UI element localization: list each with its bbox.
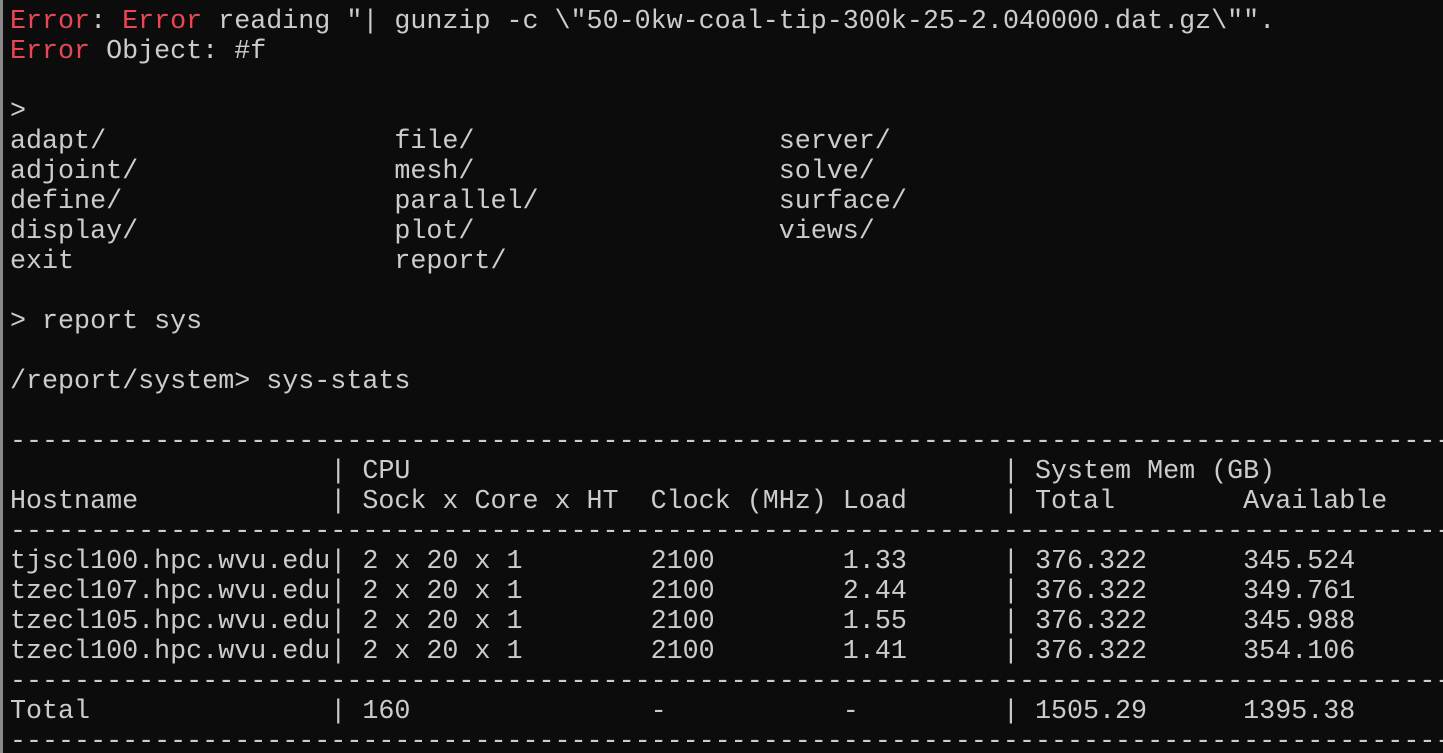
- menu-row: adapt/file/server/: [10, 127, 1443, 157]
- menu-item: server/: [778, 127, 891, 157]
- error-label-2: Error: [122, 7, 203, 37]
- terminal-window[interactable]: Error: Error reading "| gunzip -c \"50-0…: [0, 0, 1443, 753]
- menu-row: exit report/: [10, 247, 1443, 277]
- table-row: tjscl100.hpc.wvu.edu| 2 x 20 x 1 2100 1.…: [10, 547, 1356, 577]
- menu-item: adapt/: [10, 127, 107, 157]
- table-separator: ----------------------------------------…: [10, 667, 1443, 697]
- table-row: tzecl107.hpc.wvu.edu| 2 x 20 x 1 2100 2.…: [10, 577, 1356, 607]
- menu-item: mesh/: [394, 157, 475, 187]
- menu-item: file/: [394, 127, 475, 157]
- menu-item: define/: [10, 187, 123, 217]
- menu-item: surface/: [778, 187, 907, 217]
- error-object-line: Error Object: #f: [10, 37, 1443, 67]
- table-total-row: Total | 160 - - | 1505.29 1395.38: [10, 697, 1356, 727]
- menu-item: plot/: [394, 217, 475, 247]
- error-colon: :: [90, 7, 123, 37]
- table-row: tzecl105.hpc.wvu.edu| 2 x 20 x 1 2100 1.…: [10, 607, 1356, 637]
- command-line: /report/system> sys-stats: [10, 367, 411, 397]
- table-row: tzecl100.hpc.wvu.edu| 2 x 20 x 1 2100 1.…: [10, 637, 1356, 667]
- table-header: | CPU | System Mem (GB): [10, 457, 1276, 487]
- command-menu: adapt/file/server/adjoint/mesh/solve/def…: [10, 127, 1443, 277]
- menu-item: parallel/: [394, 187, 539, 217]
- error-object-value: Object: #f: [90, 37, 267, 67]
- table-separator: ----------------------------------------…: [10, 427, 1443, 457]
- table-header: Hostname | Sock x Core x HT Clock (MHz) …: [10, 487, 1388, 517]
- error-message: reading "| gunzip -c \"50-0kw-coal-tip-3…: [202, 7, 1276, 37]
- menu-item: report/: [394, 247, 507, 277]
- menu-row: define/parallel/surface/: [10, 187, 1443, 217]
- menu-item: display/: [10, 217, 139, 247]
- error-label: Error: [10, 7, 91, 37]
- table-separator: ----------------------------------------…: [10, 727, 1443, 753]
- table-separator: ----------------------------------------…: [10, 517, 1443, 547]
- menu-row: display/plot/views/: [10, 217, 1443, 247]
- error-object-label: Error: [10, 37, 91, 67]
- command-line: > report sys: [10, 307, 203, 337]
- menu-item: exit: [10, 247, 75, 277]
- menu-row: adjoint/mesh/solve/: [10, 157, 1443, 187]
- prompt: >: [10, 97, 27, 127]
- error-line: Error: Error reading "| gunzip -c \"50-0…: [10, 7, 1443, 37]
- menu-item: views/: [778, 217, 875, 247]
- menu-item: solve/: [778, 157, 875, 187]
- menu-item: adjoint/: [10, 157, 139, 187]
